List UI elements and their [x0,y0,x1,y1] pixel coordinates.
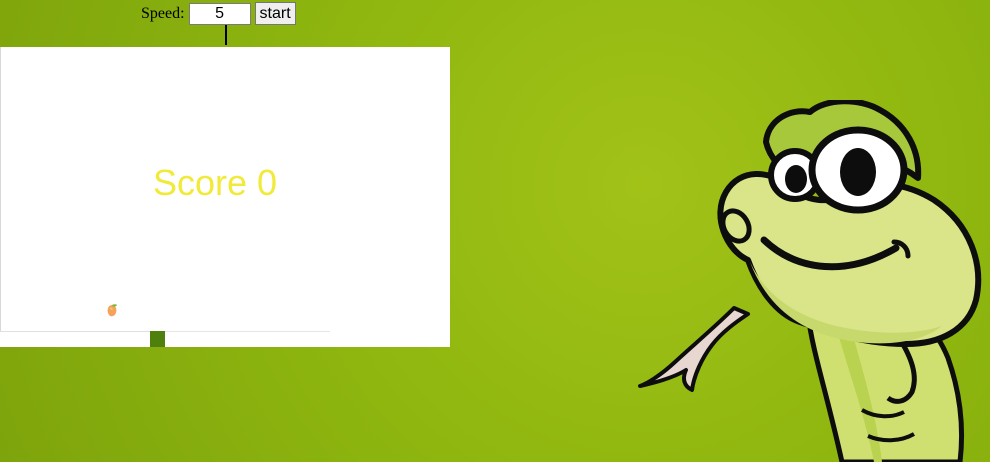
speed-label: Speed: [141,4,185,22]
text-cursor [225,25,227,45]
board-bottom-border [0,331,150,332]
speed-controls: Speed: start [141,2,296,25]
snake-segment [150,331,165,347]
board-bottom-border-right [165,331,330,332]
mango-icon [107,304,117,317]
speed-input[interactable] [188,2,251,25]
snake-mascot-illustration [638,100,982,462]
score-text: Score 0 [152,162,278,203]
game-board[interactable]: Score 0 [0,47,450,347]
start-button[interactable]: start [254,2,296,25]
